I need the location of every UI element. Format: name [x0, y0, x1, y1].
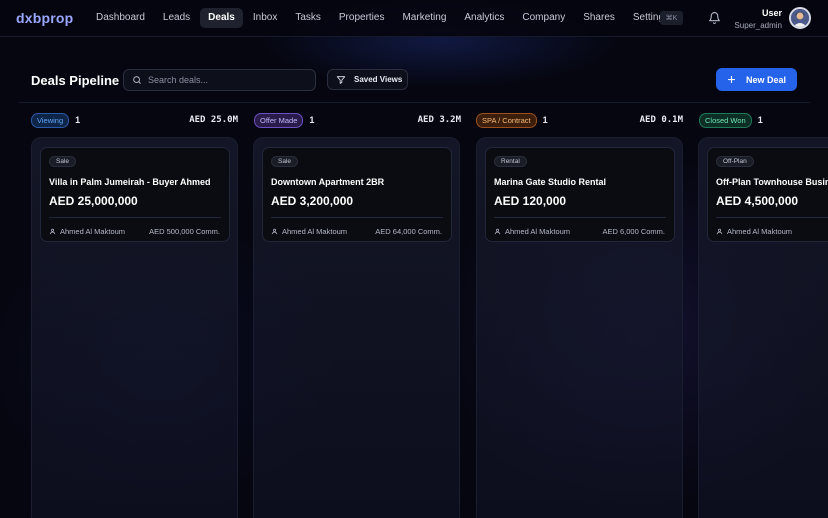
- user-name: User: [761, 8, 782, 18]
- user-info[interactable]: User Super_admin: [734, 8, 782, 31]
- plus-icon: [727, 75, 736, 84]
- top-nav: dxbprop Dashboard Leads Deals Inbox Task…: [0, 0, 828, 37]
- stage-badge: Closed Won: [699, 112, 752, 128]
- card-divider: [49, 217, 221, 218]
- nav-item-marketing[interactable]: Marketing: [394, 8, 454, 28]
- deal-price: AED 25,000,000: [49, 194, 138, 208]
- deal-card[interactable]: Rental Marina Gate Studio Rental AED 120…: [485, 147, 675, 242]
- user-role: Super_admin: [734, 21, 782, 30]
- stage-column-closed-won[interactable]: Off-Plan Off-Plan Townhouse Business Bay…: [698, 137, 828, 518]
- card-divider: [494, 217, 666, 218]
- nav-item-properties[interactable]: Properties: [331, 8, 393, 28]
- user-icon: [49, 228, 56, 235]
- stage-count: 1: [542, 115, 548, 125]
- nav-item-deals[interactable]: Deals: [200, 8, 243, 28]
- deal-agent-name: Ahmed Al Maktoum: [505, 227, 571, 236]
- stage-header-viewing: Viewing 1: [31, 112, 81, 128]
- stage-count: 1: [757, 115, 763, 125]
- deal-agent: Ahmed Al Maktoum: [49, 227, 125, 236]
- deal-title: Villa in Palm Jumeirah - Buyer Ahmed: [49, 177, 211, 187]
- stage-badge: Viewing: [31, 112, 70, 128]
- stage-badge: Offer Made: [254, 112, 304, 128]
- deal-price: AED 4,500,000: [716, 194, 799, 208]
- deal-title: Marina Gate Studio Rental: [494, 177, 607, 187]
- deal-commission: AED 500,000 Comm.: [149, 227, 220, 236]
- stage-count: 1: [309, 115, 315, 125]
- new-deal-button[interactable]: New Deal: [716, 68, 797, 91]
- deal-card[interactable]: Off-Plan Off-Plan Townhouse Business Bay…: [707, 147, 828, 242]
- deal-type-badge: Rental: [494, 156, 527, 167]
- nav-item-dashboard[interactable]: Dashboard: [88, 8, 153, 28]
- stage-column-viewing[interactable]: Sale Villa in Palm Jumeirah - Buyer Ahme…: [31, 137, 238, 518]
- deal-agent: Ahmed Al Maktoum: [716, 227, 792, 236]
- nav-item-tasks[interactable]: Tasks: [287, 8, 329, 28]
- deal-type-badge: Sale: [49, 156, 77, 167]
- nav-item-shares[interactable]: Shares: [575, 8, 623, 28]
- stage-total: AED 0.1M: [639, 115, 683, 125]
- user-icon: [494, 228, 501, 235]
- stage-total: AED 25.0M: [189, 115, 238, 125]
- deal-type-badge: Off-Plan: [716, 156, 754, 167]
- nav-item-inbox[interactable]: Inbox: [245, 8, 285, 28]
- stage-badge: SPA / Contract: [476, 112, 537, 128]
- saved-views-button[interactable]: Saved Views: [327, 69, 408, 90]
- user-icon: [271, 228, 278, 235]
- deal-agent-name: Ahmed Al Maktoum: [282, 227, 348, 236]
- deal-type-badge: Sale: [271, 156, 299, 167]
- deal-commission: AED 64,000 Comm.: [375, 227, 442, 236]
- deal-commission: AED 6,000 Comm.: [602, 227, 665, 236]
- deal-agent: Ahmed Al Maktoum: [494, 227, 570, 236]
- filter-icon: [336, 75, 346, 84]
- user-icon: [716, 228, 723, 235]
- bell-icon[interactable]: [708, 11, 721, 25]
- deal-agent: Ahmed Al Maktoum: [271, 227, 347, 236]
- stage-header-spa-contract: SPA / Contract 1: [476, 112, 548, 128]
- search-input[interactable]: [148, 75, 308, 85]
- brand-logo[interactable]: dxbprop: [16, 10, 73, 26]
- deal-card[interactable]: Sale Downtown Apartment 2BR AED 3,200,00…: [262, 147, 452, 242]
- nav-item-analytics[interactable]: Analytics: [456, 8, 512, 28]
- search-box[interactable]: [123, 69, 316, 91]
- card-divider: [271, 217, 443, 218]
- nav-menu: Dashboard Leads Deals Inbox Tasks Proper…: [88, 8, 677, 28]
- command-shortcut[interactable]: ⌘K: [660, 11, 683, 25]
- header-divider: [18, 102, 810, 103]
- deal-title: Off-Plan Townhouse Business Bay: [716, 177, 828, 187]
- user-avatar-icon: [791, 9, 809, 27]
- nav-item-company[interactable]: Company: [514, 8, 573, 28]
- deal-price: AED 120,000: [494, 194, 567, 208]
- deal-agent-name: Ahmed Al Maktoum: [727, 227, 793, 236]
- search-icon: [133, 76, 141, 84]
- saved-views-label: Saved Views: [354, 75, 403, 84]
- stage-header-closed-won: Closed Won 1: [699, 112, 763, 128]
- deal-agent-name: Ahmed Al Maktoum: [60, 227, 126, 236]
- stage-header-offer-made: Offer Made 1: [254, 112, 315, 128]
- deal-title: Downtown Apartment 2BR: [271, 177, 385, 187]
- nav-item-leads[interactable]: Leads: [155, 8, 198, 28]
- stage-column-offer-made[interactable]: Sale Downtown Apartment 2BR AED 3,200,00…: [253, 137, 460, 518]
- stage-column-spa-contract[interactable]: Rental Marina Gate Studio Rental AED 120…: [476, 137, 683, 518]
- deal-price: AED 3,200,000: [271, 194, 354, 208]
- stage-count: 1: [75, 115, 81, 125]
- page-title: Deals Pipeline: [31, 73, 120, 88]
- new-deal-label: New Deal: [745, 74, 787, 85]
- deal-card[interactable]: Sale Villa in Palm Jumeirah - Buyer Ahme…: [40, 147, 230, 242]
- stage-total: AED 3.2M: [417, 115, 461, 125]
- avatar[interactable]: [789, 7, 811, 29]
- card-divider: [716, 217, 828, 218]
